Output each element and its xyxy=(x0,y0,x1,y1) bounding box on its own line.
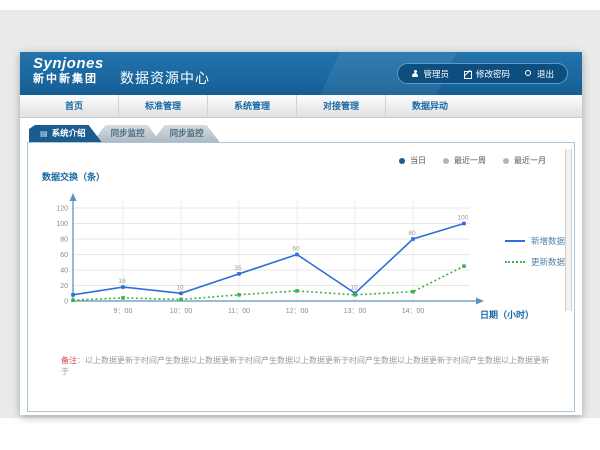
footnote-separator: ： xyxy=(77,356,85,365)
app-title: 数据资源中心 xyxy=(120,68,210,88)
user-button[interactable]: 管理员 xyxy=(411,68,449,80)
nav-item-对接管理[interactable]: 对接管理 xyxy=(296,95,385,117)
chart-panel: 当日 最近一周 最近一月 数据交换（条） 0 20 40 60 80 100 120 9：00 10… xyxy=(27,142,575,412)
radio-dot-icon xyxy=(443,158,449,164)
svg-text:14：00: 14：00 xyxy=(402,308,425,315)
legend-label: 更新数据 xyxy=(531,256,565,268)
radio-最近一周[interactable]: 最近一周 xyxy=(443,155,486,166)
tab-同步监控-2[interactable]: 同步监控 xyxy=(152,125,220,142)
svg-text:40: 40 xyxy=(60,268,68,275)
action-label: 管理员 xyxy=(423,68,449,80)
svg-text:13：00: 13：00 xyxy=(344,308,367,315)
tab-bar: ▤ 系统介绍 同步监控 同步监控 xyxy=(29,125,220,142)
legend-line-icon xyxy=(505,240,525,242)
tab-同步监控-1[interactable]: 同步监控 xyxy=(93,125,161,142)
svg-text:60: 60 xyxy=(292,246,300,253)
line-chart: 0 20 40 60 80 100 120 9：00 10：00 11：00 12：00 13：00 1… xyxy=(42,187,492,327)
svg-text:80: 80 xyxy=(60,237,68,244)
svg-text:60: 60 xyxy=(60,252,68,259)
radio-dot-icon xyxy=(503,158,509,164)
chart-legend: 新增数据更新数据 xyxy=(505,235,565,277)
svg-text:0: 0 xyxy=(64,299,68,306)
svg-text:12：00: 12：00 xyxy=(286,308,309,315)
y-axis-title: 数据交换（条） xyxy=(42,170,105,183)
svg-text:18: 18 xyxy=(118,278,126,285)
action-label: 修改密码 xyxy=(476,68,510,80)
vertical-scrollbar[interactable] xyxy=(565,149,572,311)
svg-text:80: 80 xyxy=(408,230,416,237)
svg-text:10: 10 xyxy=(350,284,358,291)
footnote-label: 备注 xyxy=(61,356,77,365)
legend-item-新增数据: 新增数据 xyxy=(505,235,565,247)
edit-button[interactable]: 修改密码 xyxy=(464,68,510,80)
app-window: Synjones 新中新集团 数据资源中心 管理员修改密码退出 首页标准管理系统… xyxy=(20,52,582,415)
tab-label: 系统介绍 xyxy=(52,128,86,138)
legend-item-更新数据: 更新数据 xyxy=(505,256,565,268)
tab-系统介绍-0[interactable]: ▤ 系统介绍 xyxy=(29,125,102,142)
power-button[interactable]: 退出 xyxy=(525,68,554,80)
radio-label: 最近一周 xyxy=(454,155,486,166)
user-icon xyxy=(411,70,419,78)
svg-text:100: 100 xyxy=(458,215,469,222)
power-icon xyxy=(525,70,533,78)
radio-最近一月[interactable]: 最近一月 xyxy=(503,155,546,166)
nav-item-数据异动[interactable]: 数据异动 xyxy=(385,95,474,117)
radio-当日[interactable]: 当日 xyxy=(399,155,426,166)
form-icon: ▤ xyxy=(40,129,48,138)
radio-label: 当日 xyxy=(410,155,426,166)
svg-text:35: 35 xyxy=(234,265,242,272)
svg-text:100: 100 xyxy=(56,221,68,228)
main-nav: 首页标准管理系统管理对接管理数据异动 xyxy=(20,95,582,118)
logo: Synjones 新中新集团 xyxy=(33,56,104,85)
nav-item-首页[interactable]: 首页 xyxy=(30,95,118,117)
edit-icon xyxy=(464,70,472,78)
content-area: ▤ 系统介绍 同步监控 同步监控 当日 最近一周 最近一月 数据交换（条） 0 20 40 60… xyxy=(20,118,582,415)
x-axis-title: 日期（小时） xyxy=(480,308,534,321)
logo-brand: Synjones xyxy=(33,56,104,73)
svg-text:10：00: 10：00 xyxy=(170,308,193,315)
svg-text:11：00: 11：00 xyxy=(228,308,250,315)
svg-text:10: 10 xyxy=(176,284,184,291)
tab-label: 同步监控 xyxy=(170,128,204,138)
logo-company: 新中新集团 xyxy=(33,73,104,85)
nav-item-标准管理[interactable]: 标准管理 xyxy=(118,95,207,117)
svg-text:9：00: 9：00 xyxy=(114,308,133,315)
svg-text:20: 20 xyxy=(60,283,68,290)
tab-label: 同步监控 xyxy=(111,128,145,138)
svg-text:120: 120 xyxy=(56,206,68,213)
footnote-text: 以上数据更新于时间产生数据以上数据更新于时间产生数据以上数据更新于时间产生数据以… xyxy=(61,356,549,376)
radio-dot-icon xyxy=(399,158,405,164)
footnote: 备注：以上数据更新于时间产生数据以上数据更新于时间产生数据以上数据更新于时间产生… xyxy=(61,355,556,377)
radio-label: 最近一月 xyxy=(514,155,546,166)
nav-item-系统管理[interactable]: 系统管理 xyxy=(207,95,296,117)
range-filter: 当日 最近一周 最近一月 xyxy=(399,155,546,166)
legend-label: 新增数据 xyxy=(531,235,565,247)
header-actions: 管理员 修改密码 退出 xyxy=(397,63,568,84)
action-label: 退出 xyxy=(537,68,554,80)
app-header: Synjones 新中新集团 数据资源中心 管理员 修改密码 退出 xyxy=(20,52,582,95)
legend-line-icon xyxy=(505,261,525,263)
